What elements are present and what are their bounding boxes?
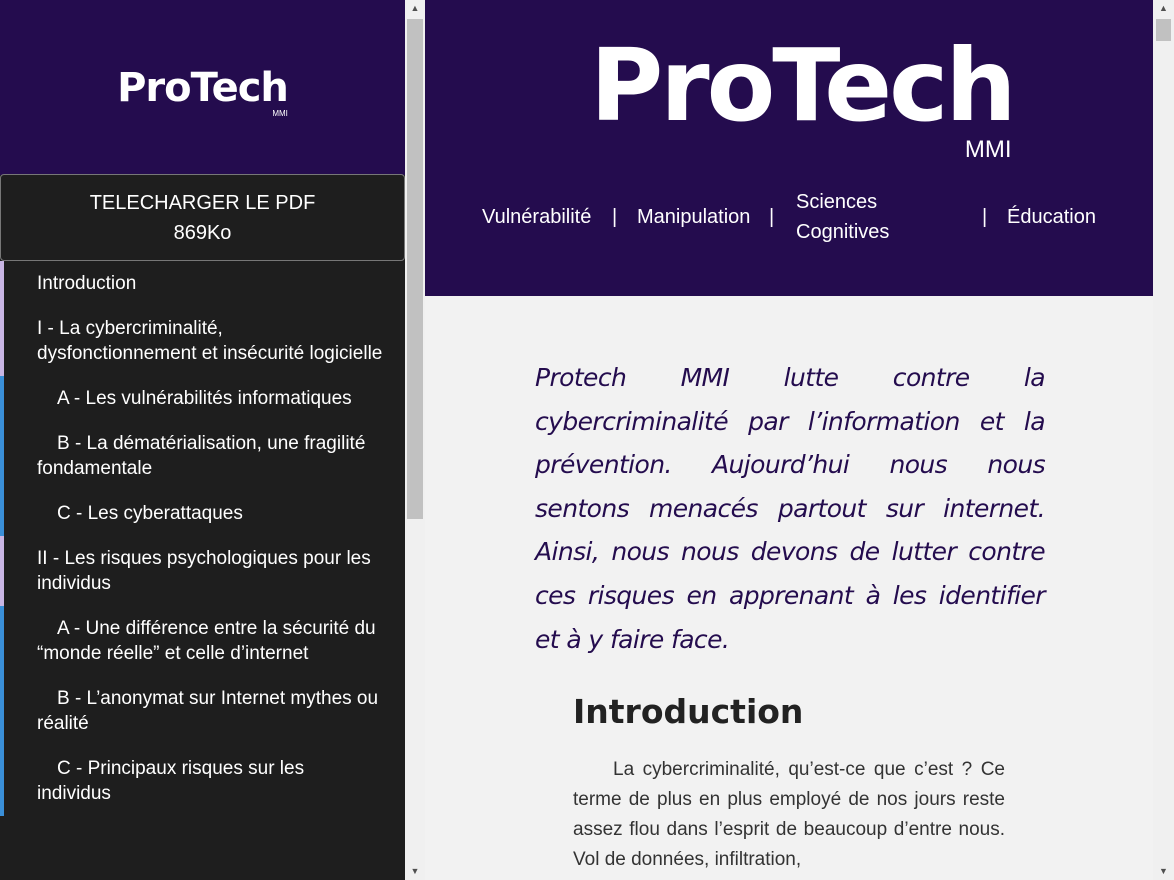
sidebar-scrollbar[interactable]: ▲ ▼	[405, 0, 425, 880]
toc-item-label: C - Principaux risques sur les individus	[37, 758, 305, 804]
scroll-down-arrow-icon[interactable]: ▼	[405, 863, 425, 880]
header-logo-name: ProTech	[590, 27, 1017, 144]
page-scrollbar[interactable]: ▲ ▼	[1153, 0, 1174, 880]
toc-item-marker	[0, 261, 4, 306]
sidebar-scroll-thumb[interactable]	[407, 19, 423, 519]
sidebar: ProTech MMI TELECHARGER LE PDF 869Ko Int…	[0, 0, 405, 880]
header-logo-sub: MMI	[964, 136, 1012, 163]
main-content: ProTech MMI Vulnérabilité | Manipulation…	[425, 0, 1153, 880]
toc-item[interactable]: Introduction	[0, 261, 405, 306]
toc-item-label: C - Les cyberattaques	[57, 503, 243, 524]
toc-item-marker	[0, 491, 4, 536]
toc-item[interactable]: A - Une différence entre la sécurité du …	[0, 606, 405, 676]
toc-item[interactable]: B - La dématérialisation, une fragilité …	[0, 421, 405, 491]
nav-manipulation[interactable]: Manipulation	[637, 202, 750, 232]
scroll-down-arrow-icon[interactable]: ▼	[1153, 863, 1174, 880]
toc-item-label: A - Une différence entre la sécurité du …	[37, 618, 376, 664]
toc-item-marker	[0, 676, 4, 746]
toc-item-marker	[0, 606, 4, 676]
toc-item[interactable]: C - Les cyberattaques	[0, 491, 405, 536]
toc-item-marker	[0, 746, 4, 816]
toc-item-marker	[0, 421, 4, 491]
nav-separator: |	[769, 206, 775, 228]
nav-sciences-line1: Sciences	[796, 191, 878, 213]
nav-sciences-cognitives[interactable]: Sciences Cognitives	[796, 187, 889, 247]
scroll-up-arrow-icon[interactable]: ▲	[1153, 0, 1174, 17]
scroll-up-arrow-icon[interactable]: ▲	[405, 0, 425, 17]
download-pdf-size: 869Ko	[173, 221, 232, 244]
toc-item-label: I - La cybercriminalité, dysfonctionneme…	[37, 318, 383, 364]
toc-item-marker	[0, 306, 4, 376]
sidebar-logo-area: ProTech MMI	[0, 0, 405, 175]
section-title: Introduction	[573, 692, 804, 731]
toc-item-marker	[0, 536, 4, 606]
download-pdf-label: TELECHARGER LE PDF	[89, 191, 316, 214]
toc-item-label: B - La dématérialisation, une fragilité …	[37, 433, 366, 479]
intro-quote: Protech MMI lutte contre la cybercrimina…	[535, 363, 1046, 654]
toc-item[interactable]: C - Principaux risques sur les individus	[0, 746, 405, 816]
toc-item-label: Introduction	[37, 273, 137, 294]
toc-item-marker	[0, 376, 4, 421]
toc-item[interactable]: I - La cybercriminalité, dysfonctionneme…	[0, 306, 405, 376]
sidebar-logo-name: ProTech	[117, 64, 289, 111]
toc-item-label: A - Les vulnérabilités informatiques	[57, 388, 352, 409]
toc-item[interactable]: B - L’anonymat sur Internet mythes ou ré…	[0, 676, 405, 746]
toc-item-label: B - L’anonymat sur Internet mythes ou ré…	[37, 688, 379, 734]
section-body: La cybercriminalité, qu’est-ce que c’est…	[573, 759, 1005, 870]
nav-separator: |	[982, 206, 988, 228]
nav-sciences-line2: Cognitives	[796, 221, 890, 243]
toc-item[interactable]: A - Les vulnérabilités informatiques	[0, 376, 405, 421]
page-header: ProTech MMI Vulnérabilité | Manipulation…	[425, 0, 1153, 296]
download-pdf-button[interactable]: TELECHARGER LE PDF 869Ko	[0, 174, 405, 261]
page-scroll-thumb[interactable]	[1156, 19, 1171, 41]
table-of-contents: Introduction I - La cybercriminalité, dys…	[0, 261, 405, 816]
main-nav: Vulnérabilité | Manipulation | Sciences …	[482, 187, 1122, 249]
nav-vulnerabilite[interactable]: Vulnérabilité	[482, 202, 591, 232]
header-logo[interactable]: ProTech MMI	[590, 27, 1017, 162]
nav-education[interactable]: Éducation	[1007, 202, 1096, 232]
toc-item[interactable]: II - Les risques psychologiques pour les…	[0, 536, 405, 606]
sidebar-logo[interactable]: ProTech MMI	[117, 64, 289, 118]
nav-separator: |	[612, 206, 618, 228]
toc-item-label: II - Les risques psychologiques pour les…	[37, 548, 371, 594]
sidebar-logo-sub: MMI	[272, 108, 288, 118]
